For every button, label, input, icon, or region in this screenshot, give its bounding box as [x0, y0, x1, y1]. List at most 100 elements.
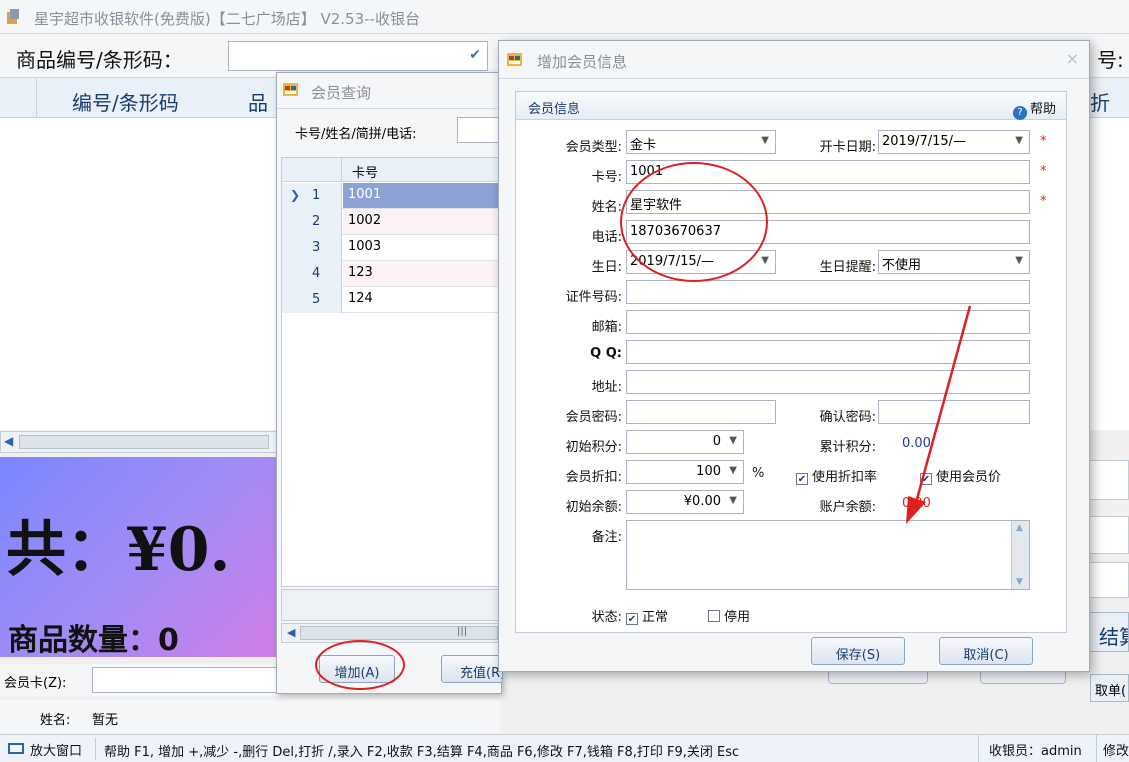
help-label: 帮助 — [1029, 102, 1056, 117]
card-no-cell[interactable]: 1003 — [348, 239, 381, 254]
main-window-title: 星宇超市收银软件(免费版)【二七广场店】 V2.53--收银台 — [34, 10, 420, 28]
enlarge-window-label: 放大窗口 — [30, 744, 83, 759]
help-link[interactable]: ? 帮助 — [1012, 98, 1056, 120]
id-no-label: 证件号码: — [565, 290, 622, 305]
main-titlebar: 星宇超市收银软件(免费版)【二七广场店】 V2.53--收银台 — [0, 0, 1129, 34]
member-grid-hscroll[interactable]: ◀ ||| — [281, 623, 503, 643]
row-indicator-header — [282, 158, 342, 182]
scroll-down-icon[interactable]: ▼ — [1016, 577, 1023, 587]
member-type-select[interactable]: 金卡 ▼ — [626, 130, 776, 154]
member-row[interactable]: 3 1003 — [282, 235, 502, 261]
init-points-stepper[interactable]: 0 ▼ — [626, 430, 744, 454]
total-amount: 共：¥0. — [6, 515, 231, 585]
member-grid[interactable]: 卡号 1 ❯ 1001 2 1002 3 1003 4 123 5 124 — [281, 157, 503, 587]
use-discount-rate-checkbox[interactable]: ✔ 使用折扣率 — [796, 466, 877, 485]
checkbox-checked-icon[interactable]: ✔ — [626, 613, 638, 625]
discount-value: 100 — [696, 464, 721, 479]
right-panel-field[interactable] — [1088, 516, 1129, 554]
chevron-down-icon[interactable]: ✔ — [469, 47, 481, 63]
chevron-down-icon[interactable]: ▼ — [729, 465, 737, 476]
required-marker: * — [1040, 194, 1047, 209]
open-date-picker[interactable]: 2019/7/15/— ▼ — [878, 130, 1030, 154]
chevron-down-icon[interactable]: ▼ — [761, 255, 769, 266]
barcode-input[interactable]: ✔ — [228, 41, 488, 71]
window-icon — [8, 743, 24, 754]
password-input[interactable] — [626, 400, 776, 424]
open-date-value: 2019/7/15/— — [882, 134, 967, 149]
remark-textarea[interactable]: ▲ ▼ — [626, 520, 1030, 590]
discount-label: 会员折扣: — [565, 470, 622, 485]
close-icon[interactable]: × — [1066, 49, 1079, 68]
select-button[interactable] — [828, 670, 928, 684]
row-index: 3 — [282, 235, 342, 261]
enlarge-window-button[interactable]: 放大窗口 — [4, 738, 96, 760]
save-button[interactable]: 保存(S) — [811, 637, 905, 665]
scroll-up-icon[interactable]: ▲ — [1016, 523, 1023, 533]
help-icon: ? — [1012, 106, 1027, 120]
card-no-cell[interactable]: 1001 — [348, 187, 381, 202]
checkbox-unchecked-icon[interactable] — [708, 610, 720, 622]
balance-label: 账户余额: — [819, 500, 876, 515]
status-disabled-checkbox[interactable]: 停用 — [708, 606, 750, 625]
return-button[interactable] — [980, 670, 1066, 684]
birthday-remind-select[interactable]: 不使用 ▼ — [878, 250, 1030, 274]
chevron-down-icon[interactable]: ▼ — [761, 135, 769, 146]
birthday-remind-label: 生日提醒: — [819, 260, 876, 275]
cashier-info: 收银员：admin — [978, 735, 1090, 762]
column-card-no[interactable]: 卡号 — [352, 162, 378, 181]
scroll-left-icon[interactable]: ◀ — [4, 434, 13, 448]
name-label: 姓名: — [591, 200, 622, 215]
take-order-button[interactable]: 取单( — [1090, 674, 1129, 702]
init-points-label: 初始积分: — [565, 440, 622, 455]
member-card-input[interactable] — [92, 667, 278, 693]
settle-button[interactable]: 结算 — [1088, 612, 1129, 652]
discount-stepper[interactable]: 100 ▼ — [626, 460, 744, 484]
chevron-down-icon[interactable]: ▼ — [729, 495, 737, 506]
statusbar: 放大窗口 帮助 F1, 增加 +,减少 -,删行 Del,打折 /,录入 F2,… — [0, 734, 1129, 762]
window-icon — [507, 53, 522, 66]
scroll-thumb[interactable] — [300, 626, 498, 640]
init-balance-stepper[interactable]: ¥0.00 ▼ — [626, 490, 744, 514]
remark-vscroll[interactable]: ▲ ▼ — [1011, 521, 1029, 589]
chevron-down-icon[interactable]: ▼ — [1015, 255, 1023, 266]
right-panel-field[interactable] — [1088, 562, 1129, 598]
member-row[interactable]: 4 123 — [282, 261, 502, 287]
member-type-label: 会员类型: — [565, 140, 622, 155]
member-search-input[interactable] — [457, 117, 503, 143]
barcode-label: 商品编号/条形码： — [16, 48, 183, 72]
current-row-icon: ❯ — [290, 188, 301, 202]
status-normal-checkbox[interactable]: ✔ 正常 — [626, 606, 668, 625]
recharge-button[interactable]: 充值(R) — [441, 655, 503, 683]
checkbox-checked-icon[interactable]: ✔ — [796, 473, 808, 485]
status-normal-label: 正常 — [642, 610, 669, 625]
status-disabled-label: 停用 — [724, 610, 751, 625]
password-label: 会员密码: — [565, 410, 622, 425]
member-name-label: 姓名: — [40, 713, 71, 728]
qq-label: Q Q: — [590, 346, 622, 361]
add-member-titlebar: 增加会员信息 × — [499, 41, 1089, 79]
member-row[interactable]: 5 124 — [282, 287, 502, 313]
column-code[interactable]: 编号/条形码 — [72, 87, 179, 116]
scroll-left-icon[interactable]: ◀ — [287, 626, 295, 639]
member-row[interactable]: 1 ❯ 1001 — [282, 183, 502, 209]
cancel-button[interactable]: 取消(C) — [939, 637, 1033, 665]
annotation-circle — [620, 162, 768, 282]
member-name-row: 姓名: 暂无 — [0, 700, 500, 734]
right-panel-field[interactable] — [1088, 460, 1129, 500]
scroll-thumb[interactable] — [19, 435, 269, 449]
order-number-label: 号: — [1097, 48, 1124, 72]
member-row[interactable]: 2 1002 — [282, 209, 502, 235]
shortcut-help: 帮助 F1, 增加 +,减少 -,删行 Del,打折 /,录入 F2,收款 F3… — [104, 745, 740, 760]
row-index: 5 — [282, 287, 342, 313]
column-name[interactable]: 品 — [248, 87, 268, 116]
open-date-label: 开卡日期: — [819, 140, 876, 155]
chevron-down-icon[interactable]: ▼ — [1015, 135, 1023, 146]
product-grid-hscroll[interactable]: ◀ — [0, 431, 280, 453]
card-no-cell[interactable]: 124 — [348, 291, 373, 306]
init-balance-label: 初始余额: — [565, 500, 622, 515]
member-grid-header: 卡号 — [282, 158, 502, 182]
card-no-cell[interactable]: 1002 — [348, 213, 381, 228]
chevron-down-icon[interactable]: ▼ — [729, 435, 737, 446]
card-no-cell[interactable]: 123 — [348, 265, 373, 280]
modify-password-link[interactable]: 修改 — [1096, 735, 1129, 762]
